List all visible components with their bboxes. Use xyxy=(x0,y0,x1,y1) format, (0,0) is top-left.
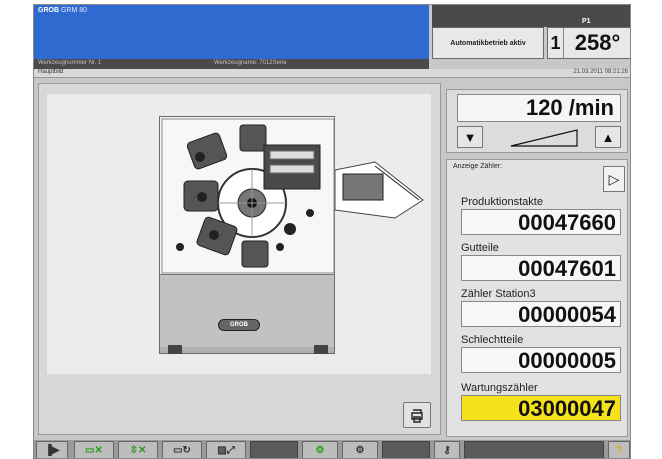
counter-production: Produktionstakte 00047660 xyxy=(461,196,621,235)
counter-label: Schlechtteile xyxy=(461,334,524,346)
machine-view: GROB xyxy=(47,94,431,374)
counter-value: 00000054 xyxy=(461,301,621,327)
counter-label: Gutteile xyxy=(461,242,499,254)
speed-ramp-icon xyxy=(510,129,578,147)
header-bar: GROB GRM 80 xyxy=(34,5,429,59)
brand-model: GRM 80 xyxy=(60,7,88,14)
machine-base: GROB xyxy=(160,275,334,347)
speed-panel: 120 /min ▼ ▲ xyxy=(446,89,628,153)
tool-change-button[interactable]: ▭↻ xyxy=(162,441,202,458)
top-right-area xyxy=(432,5,630,27)
feed-button[interactable]: ▭✕ xyxy=(74,441,114,458)
feeder-unit-drawing xyxy=(335,161,424,219)
datetime: 21.03.2011 08:21:26 xyxy=(573,69,628,75)
tool-info: Werkzeugname: 7012Serie xyxy=(214,60,287,66)
program-info: Werkzeugnummer Nr. 1 xyxy=(38,60,102,66)
clamp-icon: ⇳✕ xyxy=(129,444,147,456)
toolbar-blank-button[interactable] xyxy=(464,441,604,458)
counter-panel: Anzeige Zähler: ▷ Produktionstakte 00047… xyxy=(446,159,628,437)
help-icon: ? xyxy=(615,444,623,456)
brand: GROB GRM 80 xyxy=(38,7,87,14)
key-button[interactable]: ⚷ xyxy=(434,441,460,458)
gear-green-button[interactable]: ⚙ xyxy=(302,441,338,458)
play-bar-button[interactable]: ▐▶ xyxy=(36,441,68,458)
speed-value: 120 /min xyxy=(457,94,621,122)
speed-increase-button[interactable]: ▲ xyxy=(595,126,621,148)
gear-icon: ⚙ xyxy=(355,444,365,456)
position-number: 1 xyxy=(548,28,564,58)
toolbar-blank-button[interactable] xyxy=(382,441,430,458)
counter-next-button[interactable]: ▷ xyxy=(603,166,625,192)
hmi-screen: GROB GRM 80 Werkzeugnummer Nr. 1 Werkzeu… xyxy=(33,4,631,459)
triangle-down-icon: ▼ xyxy=(463,129,477,145)
counter-value: 00047601 xyxy=(461,255,621,281)
brand-name: GROB xyxy=(38,7,59,14)
counter-station3: Zähler Station3 00000054 xyxy=(461,288,621,327)
help-button[interactable]: ? xyxy=(608,441,630,458)
triangle-up-icon: ▲ xyxy=(601,129,615,145)
triangle-right-icon: ▷ xyxy=(608,170,620,187)
counter-value: 00047660 xyxy=(461,209,621,235)
machine-panel: GROB xyxy=(38,83,441,435)
machine-frame: GROB xyxy=(159,116,335,354)
clamp-button[interactable]: ⇳✕ xyxy=(118,441,158,458)
machine-logo: GROB xyxy=(218,319,260,331)
print-button[interactable] xyxy=(403,402,431,428)
machine-foot-left xyxy=(168,345,182,354)
counter-bad-parts: Schlechtteile 00000005 xyxy=(461,334,621,373)
print-icon xyxy=(411,409,423,423)
counter-value: 03000047 xyxy=(461,395,621,421)
angle-readout: 258° xyxy=(574,30,621,55)
status-badge: Automatikbetrieb aktiv xyxy=(432,27,544,59)
position-label: P1 xyxy=(582,18,591,25)
position-display: 1 258° xyxy=(547,27,630,59)
machine-drawing xyxy=(161,118,335,274)
counter-header: Anzeige Zähler: xyxy=(453,163,503,170)
gear-green-icon: ⚙ xyxy=(315,444,325,456)
key-icon: ⚷ xyxy=(443,444,451,456)
tool-change-icon: ▭↻ xyxy=(173,444,191,456)
counter-good-parts: Gutteile 00047601 xyxy=(461,242,621,281)
header-info-strip: Werkzeugnummer Nr. 1 Werkzeugname: 7012S… xyxy=(34,59,429,69)
image-icon: ▨⤢ xyxy=(217,444,235,456)
counter-label: Wartungszähler xyxy=(461,382,538,394)
counter-value: 00000005 xyxy=(461,347,621,373)
page-title: Hauptbild xyxy=(38,69,64,75)
machine-tooling-area xyxy=(160,117,335,275)
feed-icon: ▭✕ xyxy=(85,444,103,456)
counter-label: Produktionstakte xyxy=(461,196,543,208)
machine-foot-right xyxy=(314,345,328,354)
speed-decrease-button[interactable]: ▼ xyxy=(457,126,483,148)
counter-maintenance: Wartungszähler 03000047 xyxy=(461,382,621,421)
counter-label: Zähler Station3 xyxy=(461,288,536,300)
title-bar: Hauptbild 21.03.2011 08:21:26 xyxy=(34,69,630,78)
image-button[interactable]: ▨⤢ xyxy=(206,441,246,458)
toolbar-blank-button[interactable] xyxy=(250,441,298,458)
play-bar-icon: ▐▶ xyxy=(44,444,60,456)
bottom-toolbar: ▐▶ ▭✕ ⇳✕ ▭↻ ▨⤢ ⚙ ⚙ ⚷ ? xyxy=(34,440,630,458)
gear-button[interactable]: ⚙ xyxy=(342,441,378,458)
